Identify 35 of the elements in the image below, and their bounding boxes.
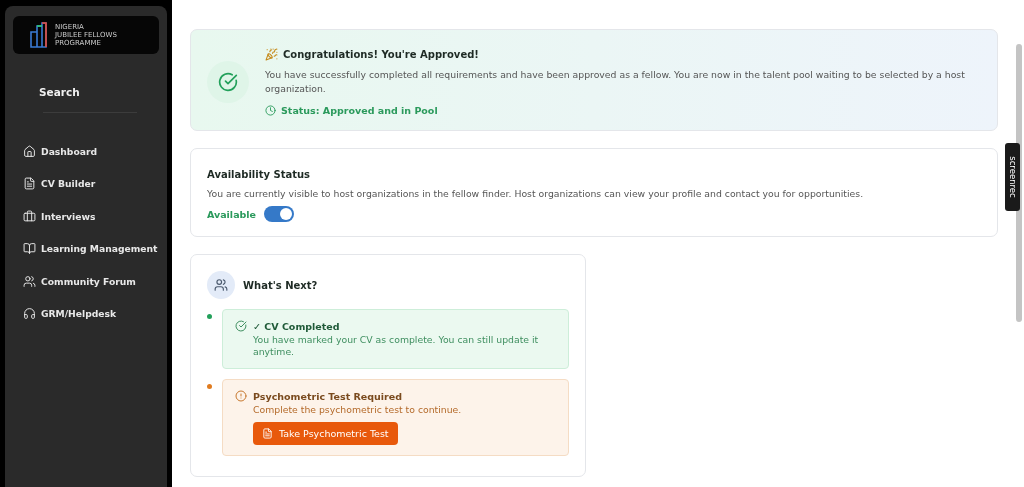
sidebar-item[interactable]: Learning Management bbox=[41, 243, 158, 255]
step-message: You have marked your CV as complete. You can still update it anytime. bbox=[252, 334, 540, 358]
psychometric-test-button[interactable]: Take Psychometric Test bbox=[253, 422, 398, 445]
search-link[interactable]: Search bbox=[13, 54, 159, 98]
sidebar-item[interactable]: CV Builder bbox=[41, 178, 96, 190]
party-popper-icon bbox=[265, 48, 278, 61]
sidebar-item[interactable]: Interviews bbox=[41, 210, 96, 222]
sidebar-item[interactable]: GRM/Helpdesk bbox=[41, 308, 117, 320]
check-circle-icon bbox=[235, 320, 247, 332]
approval-message: You have successfully completed all requirements and have been approved as a fellow. You are now in the talent pool waiting to be selected by a host organization. bbox=[265, 68, 966, 96]
recorder-tab[interactable]: screenrec bbox=[1005, 143, 1020, 211]
availability-toggle[interactable] bbox=[264, 206, 295, 222]
check-circle-icon bbox=[207, 61, 249, 103]
sidebar-item[interactable]: Community Forum bbox=[41, 275, 136, 287]
next-steps-title: What's Next? bbox=[243, 279, 318, 291]
users-icon bbox=[23, 274, 36, 288]
availability-message: You are currently visible to host organizations in the fellow finder. Host organizations can view your profile and contact you for opportunities. bbox=[207, 187, 865, 201]
availability-label: Available bbox=[207, 208, 257, 220]
briefcase-icon bbox=[23, 209, 36, 223]
document-icon bbox=[23, 177, 36, 191]
open-book-icon bbox=[23, 242, 36, 256]
document-icon bbox=[262, 428, 273, 439]
approval-status: Status: Approved and in Pool bbox=[281, 105, 438, 116]
step-title: ✓ CV Completed bbox=[253, 320, 340, 332]
headphones-icon bbox=[23, 307, 36, 321]
alert-icon bbox=[235, 390, 247, 402]
approval-title: Congratulations! You're Approved! bbox=[283, 49, 479, 60]
step-title: Psychometric Test Required bbox=[253, 390, 402, 402]
step-message: Complete the psychometric test to continue. bbox=[252, 404, 463, 416]
house-icon bbox=[23, 144, 36, 158]
logo-icon bbox=[29, 22, 49, 48]
clock-icon bbox=[265, 105, 276, 116]
sidebar-item[interactable]: Dashboard bbox=[41, 145, 98, 157]
availability-title: Availability Status bbox=[207, 169, 312, 180]
users-icon bbox=[207, 271, 235, 299]
